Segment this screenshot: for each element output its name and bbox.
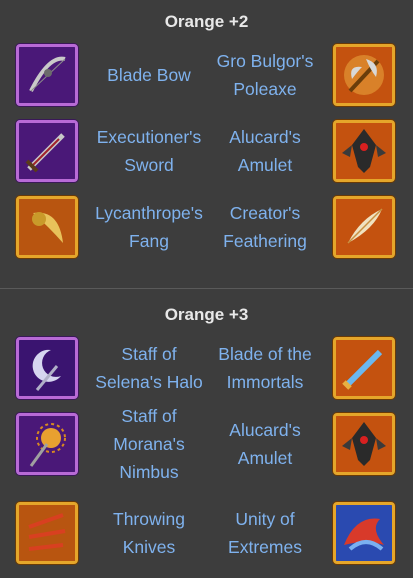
item-row: Staff of Morana's Nimbus Alucard's Amule… [0, 406, 413, 482]
section-title-orange-2: Orange +2 [164, 12, 249, 31]
knives-icon[interactable] [16, 502, 78, 564]
section-divider [0, 288, 413, 289]
sword-icon[interactable] [16, 120, 78, 182]
item-name[interactable]: Lycanthrope's Fang [84, 192, 214, 262]
bow-icon[interactable] [16, 44, 78, 106]
amulet-icon[interactable] [333, 413, 395, 475]
item-name[interactable]: Staff of Selena's Halo [84, 333, 214, 403]
feather-icon[interactable] [333, 196, 395, 258]
item-name[interactable]: Executioner's Sword [84, 116, 214, 186]
item-name[interactable]: Blade of the Immortals [200, 333, 330, 403]
item-name[interactable]: Creator's Feathering [200, 192, 330, 262]
item-name[interactable]: Gro Bulgor's Poleaxe [200, 40, 330, 110]
section-title-orange-3: Orange +3 [164, 305, 249, 324]
fang-icon[interactable] [16, 196, 78, 258]
item-name[interactable]: Unity of Extremes [200, 498, 330, 568]
poleaxe-icon[interactable] [333, 44, 395, 106]
item-row: Staff of Selena's Halo Blade of the Immo… [0, 333, 413, 403]
item-name[interactable]: Throwing Knives [84, 498, 214, 568]
item-name[interactable]: Alucard's Amulet [200, 116, 330, 186]
item-row: Blade Bow Gro Bulgor's Poleaxe [0, 40, 413, 110]
item-row: Throwing Knives Unity of Extremes [0, 498, 413, 568]
item-row: Executioner's Sword Alucard's Amulet [0, 116, 413, 186]
item-name[interactable]: Staff of Morana's Nimbus [84, 406, 214, 482]
blade-icon[interactable] [333, 337, 395, 399]
dragon-icon[interactable] [333, 502, 395, 564]
amulet-icon[interactable] [333, 120, 395, 182]
item-list-page: Orange +2 Blade Bow Gro Bulgor's Poleaxe… [0, 0, 413, 578]
item-name[interactable]: Alucard's Amulet [200, 409, 330, 479]
item-name[interactable]: Blade Bow [84, 40, 214, 110]
sun-staff-icon[interactable] [16, 413, 78, 475]
moon-staff-icon[interactable] [16, 337, 78, 399]
item-row: Lycanthrope's Fang Creator's Feathering [0, 192, 413, 262]
